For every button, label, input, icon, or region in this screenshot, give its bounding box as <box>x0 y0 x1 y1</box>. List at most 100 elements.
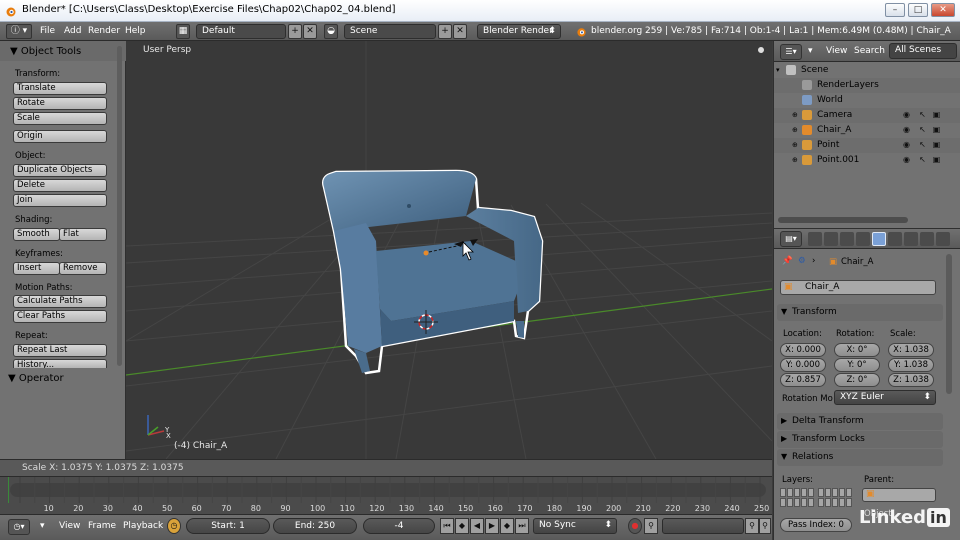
menu-help[interactable]: Help <box>125 25 146 38</box>
outliner-item-world[interactable]: World <box>774 93 960 108</box>
camera-render-icon[interactable]: ▣ <box>932 110 941 119</box>
scene-icon[interactable]: ◒ <box>324 24 338 39</box>
scale-x-field[interactable]: X: 1.038 <box>888 343 934 357</box>
render-tab-icon[interactable] <box>808 232 822 246</box>
viewport-corner-widget[interactable] <box>758 47 764 53</box>
delete-keyframe-icon[interactable]: ⚲ <box>759 518 771 534</box>
cursor-select-icon[interactable]: ↖ <box>918 125 927 134</box>
location-z-field[interactable]: Z: 0.857 <box>780 373 826 387</box>
expand-toggle-icon[interactable]: ▾ <box>776 63 780 78</box>
flat-button[interactable]: Flat <box>59 228 107 241</box>
play-icon[interactable]: ▶ <box>485 518 499 534</box>
layer-toggle[interactable] <box>794 498 800 507</box>
delta-transform-panel-header[interactable]: ▶ Delta Transform <box>777 413 943 430</box>
cursor-select-icon[interactable]: ↖ <box>918 110 927 119</box>
modifiers-tab-icon[interactable] <box>904 232 918 246</box>
maximize-button[interactable]: □ <box>908 3 928 17</box>
prev-keyframe-icon[interactable]: ◆ <box>455 518 469 534</box>
render-layers-tab-icon[interactable] <box>824 232 838 246</box>
eye-icon[interactable]: ◉ <box>902 155 911 164</box>
outliner-menu-search[interactable]: Search <box>854 46 885 56</box>
repeat-last-button[interactable]: Repeat Last <box>13 344 107 357</box>
screen-layout-field[interactable]: Default <box>196 24 286 39</box>
layer-toggle[interactable] <box>780 488 786 497</box>
parent-field[interactable]: ▣ <box>862 488 936 502</box>
timeline-editor[interactable]: 10 20 30 40 50 60 70 80 90 100 110 120 130 140 150 160 1… <box>0 476 772 514</box>
layer-toggle[interactable] <box>839 498 845 507</box>
expand-toggle-icon[interactable]: ⊕ <box>792 108 798 123</box>
layer-toggle[interactable] <box>808 498 814 507</box>
expand-toggle-icon[interactable]: ⊕ <box>792 138 798 153</box>
menu-add[interactable]: Add <box>64 25 81 38</box>
rotation-mode-select[interactable]: XYZ Euler ⬍ <box>834 390 936 405</box>
close-button[interactable]: ✕ <box>931 3 955 17</box>
object-tab-icon[interactable] <box>872 232 886 246</box>
clear-paths-button[interactable]: Clear Paths <box>13 310 107 323</box>
insert-keyframe-icon[interactable]: ⚲ <box>745 518 759 534</box>
expand-toggle-icon[interactable]: ⊕ <box>792 153 798 168</box>
outliner-menu-view[interactable]: View <box>826 46 847 56</box>
object-name-field[interactable]: ▣ Chair_A <box>780 280 936 295</box>
eye-icon[interactable]: ◉ <box>902 110 911 119</box>
layer-toggle[interactable] <box>808 488 814 497</box>
operator-panel-header[interactable]: ▼ Operator <box>8 373 64 384</box>
duplicate-objects-button[interactable]: Duplicate Objects <box>13 164 107 177</box>
menu-file[interactable]: File <box>40 25 55 38</box>
scale-button[interactable]: Scale <box>13 112 107 125</box>
scale-y-field[interactable]: Y: 1.038 <box>888 358 934 372</box>
constraints-tab-icon[interactable] <box>888 232 902 246</box>
rotation-x-field[interactable]: X: 0° <box>834 343 880 357</box>
start-frame-field[interactable]: Start: 1 <box>186 518 270 534</box>
transform-locks-panel-header[interactable]: ▶ Transform Locks <box>777 431 943 448</box>
layer-toggle[interactable] <box>801 488 807 497</box>
cursor-select-icon[interactable]: ↖ <box>918 155 927 164</box>
remove-screen-button[interactable]: ✕ <box>303 24 317 39</box>
location-y-field[interactable]: Y: 0.000 <box>780 358 826 372</box>
insert-keyframe-button[interactable]: Insert <box>13 262 60 275</box>
layer-toggle[interactable] <box>825 488 831 497</box>
remove-scene-button[interactable]: ✕ <box>453 24 467 39</box>
record-icon[interactable]: ● <box>628 518 642 534</box>
outliner-item-point-001[interactable]: ⊕ Point.001 ◉ ↖ ▣ <box>774 153 960 168</box>
location-x-field[interactable]: X: 0.000 <box>780 343 826 357</box>
calculate-paths-button[interactable]: Calculate Paths <box>13 295 107 308</box>
outliner-horizontal-scrollbar[interactable] <box>778 217 908 223</box>
minimize-button[interactable]: – <box>885 3 905 17</box>
keying-set-field[interactable] <box>662 518 744 534</box>
outliner-item-renderlayers[interactable]: RenderLayers <box>774 78 960 93</box>
layer-toggle[interactable] <box>787 498 793 507</box>
timeline-menu-expand[interactable]: ▾ <box>40 521 45 531</box>
add-scene-button[interactable]: + <box>438 24 452 39</box>
camera-render-icon[interactable]: ▣ <box>932 155 941 164</box>
camera-render-icon[interactable]: ▣ <box>932 140 941 149</box>
layer-toggle[interactable] <box>780 498 786 507</box>
editor-type-properties-icon[interactable]: ▤▾ <box>780 231 802 247</box>
use-preview-range-icon[interactable]: ◷ <box>167 518 181 534</box>
jump-start-icon[interactable]: ⏮ <box>440 518 454 534</box>
outliner-item-point[interactable]: ⊕ Point ◉ ↖ ▣ <box>774 138 960 153</box>
layer-toggle[interactable] <box>846 488 852 497</box>
rotation-y-field[interactable]: Y: 0° <box>834 358 880 372</box>
transform-panel-header[interactable]: ▼ Transform <box>777 304 943 321</box>
editor-type-outliner-icon[interactable]: ☰▾ <box>780 44 802 60</box>
camera-render-icon[interactable]: ▣ <box>932 125 941 134</box>
expand-toggle-icon[interactable]: ⊕ <box>792 123 798 138</box>
scale-z-field[interactable]: Z: 1.038 <box>888 373 934 387</box>
pin-icon[interactable]: 📌 <box>782 256 793 266</box>
remove-keyframe-button[interactable]: Remove <box>59 262 107 275</box>
tool-shelf-scrollbar[interactable] <box>117 46 122 366</box>
screen-layout-icon[interactable]: ▦ <box>176 24 190 39</box>
layers-grid-b[interactable] <box>818 488 854 508</box>
rotate-button[interactable]: Rotate <box>13 97 107 110</box>
timeline-menu-playback[interactable]: Playback <box>123 521 163 531</box>
editor-type-timeline-icon[interactable]: ◷▾ <box>8 519 30 535</box>
menu-render[interactable]: Render <box>88 25 120 38</box>
render-engine-select[interactable]: Blender Render ⬍ <box>477 24 561 39</box>
history-button[interactable]: History... <box>13 359 107 368</box>
chair-object[interactable] <box>322 169 544 375</box>
outliner-item-scene[interactable]: ▾ Scene <box>774 63 960 78</box>
origin-button[interactable]: Origin <box>13 130 107 143</box>
cursor-select-icon[interactable]: ↖ <box>918 140 927 149</box>
add-screen-button[interactable]: + <box>288 24 302 39</box>
scene-tab-icon[interactable] <box>840 232 854 246</box>
